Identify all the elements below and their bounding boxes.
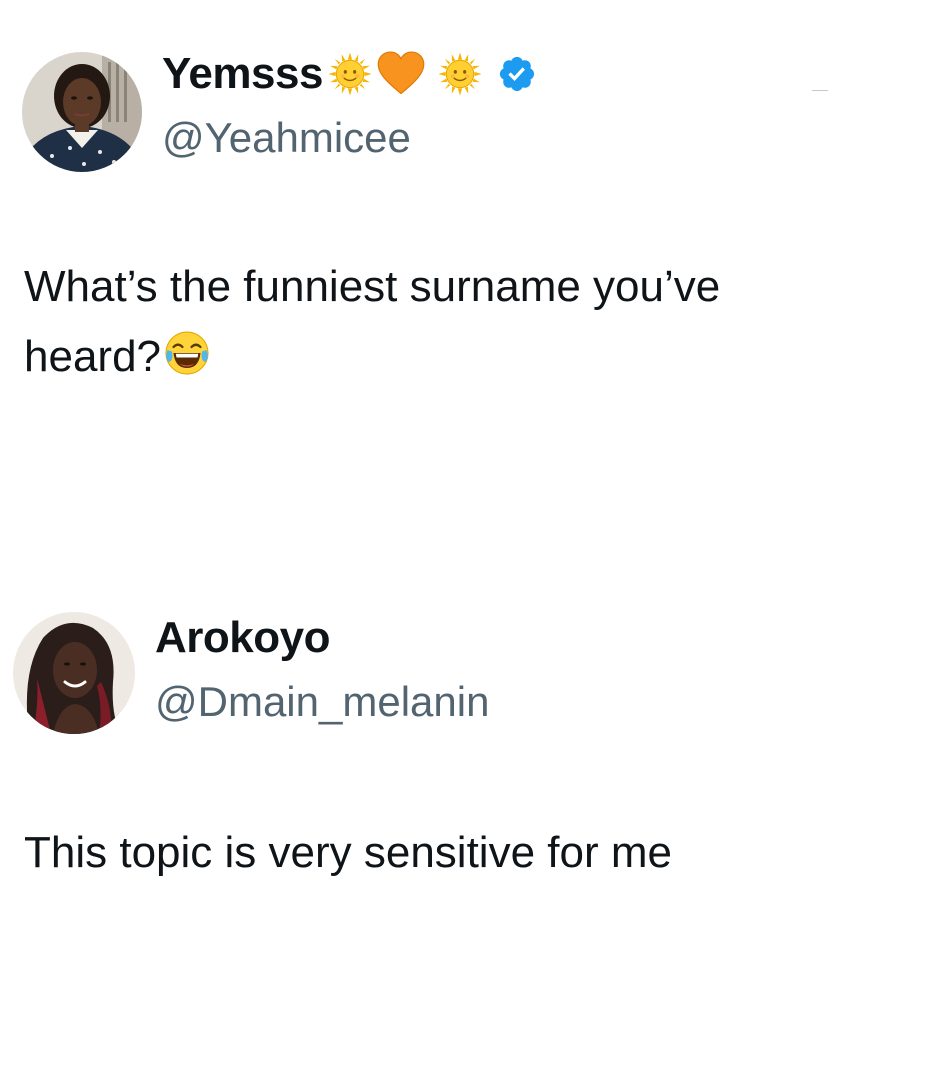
name-row: Arokoyo [155, 612, 330, 664]
avatar-image [13, 612, 135, 734]
handle[interactable]: @Yeahmicee [162, 114, 411, 162]
tweet-text-line: heard? [24, 322, 924, 392]
tweet-text: What’s the funniest surname you’ve heard… [24, 252, 924, 392]
tweet-text-line: What’s the funniest surname you’ve [24, 262, 721, 311]
verified-badge-icon [497, 54, 537, 94]
sun-with-face-icon [327, 51, 373, 97]
avatar[interactable] [22, 52, 142, 172]
tweet-text-fragment: heard? [24, 332, 162, 381]
display-name[interactable]: Yemsss [162, 49, 323, 99]
handle[interactable]: @Dmain_melanin [155, 678, 489, 726]
face-with-tears-of-joy-icon [163, 329, 211, 377]
name-row: Yemsss [162, 48, 537, 100]
sun-with-face-icon [437, 51, 483, 97]
tweet-text: This topic is very sensitive for me [24, 828, 672, 877]
tweet-reply: Arokoyo @Dmain_melanin This topic is ver… [0, 600, 945, 1080]
avatar-image [22, 52, 142, 172]
orange-heart-icon [375, 48, 427, 100]
display-name[interactable]: Arokoyo [155, 613, 330, 663]
avatar[interactable] [13, 612, 135, 734]
tweet-original: Yemsss @Yeahmicee What’s the funniest su… [0, 0, 945, 560]
